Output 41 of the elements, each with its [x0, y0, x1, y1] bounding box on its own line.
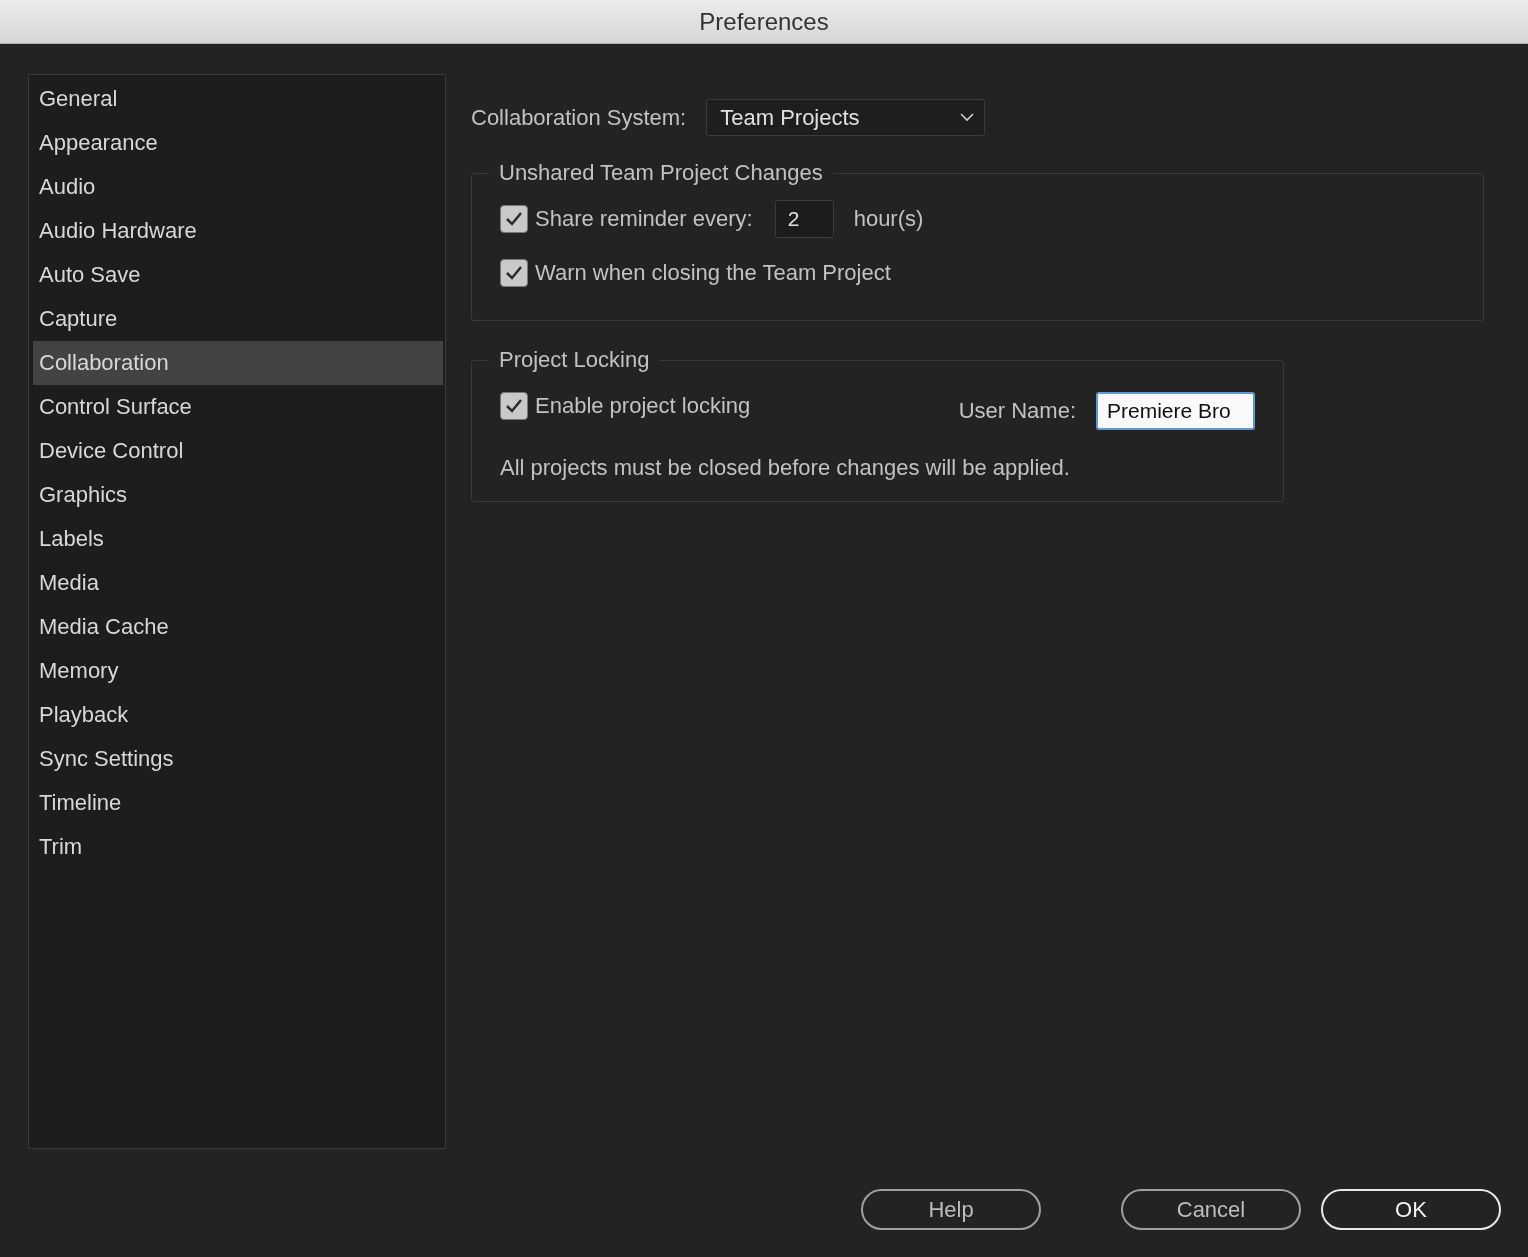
dialog-button[interactable]: OK [1321, 1189, 1501, 1230]
sidebar-item[interactable]: General [33, 77, 443, 121]
checkbox-label: Warn when closing the Team Project [535, 260, 891, 286]
unit-label: hour(s) [853, 206, 924, 232]
sidebar-item[interactable]: Memory [33, 649, 443, 693]
sidebar-item[interactable]: Media [33, 561, 443, 605]
collaboration-system-label: Collaboration System: [471, 104, 687, 131]
sidebar-item[interactable]: Sync Settings [33, 737, 443, 781]
sidebar-item[interactable]: Audio [33, 165, 443, 209]
hours-input-field[interactable]: 2 [774, 200, 834, 238]
checkbox-label: Share reminder every: [535, 206, 753, 232]
user-name-input-field[interactable]: Premiere Bro [1096, 392, 1255, 430]
checkbox[interactable] [500, 205, 528, 233]
sidebar-item[interactable]: Playback [33, 693, 443, 737]
checkmark-icon [505, 211, 523, 227]
sidebar-item[interactable]: Capture [33, 297, 443, 341]
sidebar-item[interactable]: Trim [33, 825, 443, 869]
window-title: Preferences [699, 7, 829, 36]
sidebar-item[interactable]: Labels [33, 517, 443, 561]
dialog-button[interactable]: Help [861, 1189, 1041, 1230]
chevron-down-icon [960, 113, 975, 122]
sidebar-item[interactable]: Collaboration [33, 341, 443, 385]
collaboration-system-dropdown[interactable]: Team Projects [706, 99, 986, 136]
sidebar-item[interactable]: Appearance [33, 121, 443, 165]
dialog-button[interactable]: Cancel [1121, 1189, 1301, 1230]
sidebar-item[interactable]: Timeline [33, 781, 443, 825]
sidebar-item[interactable]: Device Control [33, 429, 443, 473]
checkbox[interactable] [500, 392, 528, 420]
note-text: All projects must be closed before changes will be applied. [500, 454, 1071, 481]
checkbox-label: Enable project locking [535, 393, 751, 419]
sidebar-item[interactable]: Graphics [33, 473, 443, 517]
sidebar-item[interactable]: Audio Hardware [33, 209, 443, 253]
sidebar-item[interactable]: Auto Save [33, 253, 443, 297]
checkbox[interactable] [500, 259, 528, 287]
checkmark-icon [505, 265, 523, 281]
group-title: Project Locking [498, 347, 651, 373]
group-title: Unshared Team Project Changes [498, 160, 824, 186]
sidebar-item[interactable]: Media Cache [33, 605, 443, 649]
user-name-label: User Name: [958, 398, 1076, 424]
checkmark-icon [505, 398, 523, 414]
sidebar-item[interactable]: Control Surface [33, 385, 443, 429]
